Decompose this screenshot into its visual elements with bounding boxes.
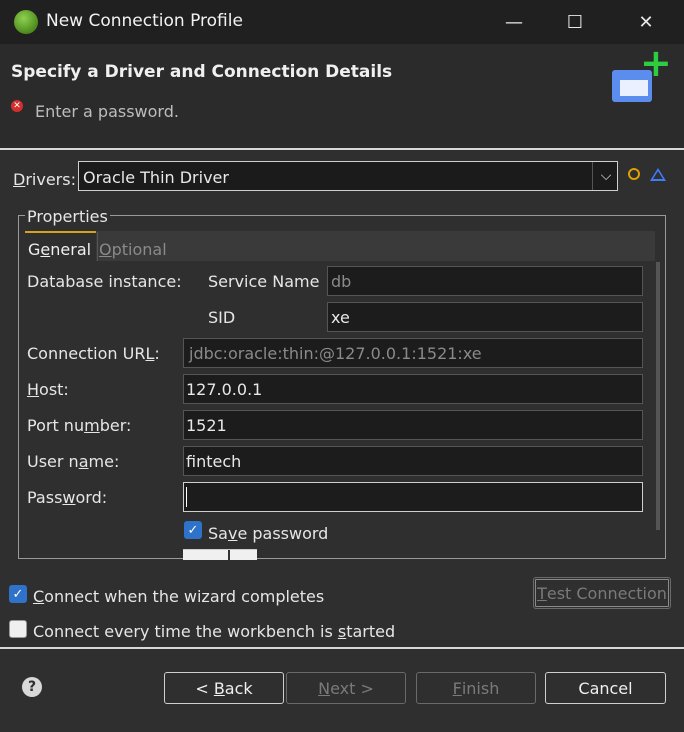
tab-optional[interactable]: Optional xyxy=(99,240,167,259)
plus-icon: + xyxy=(640,41,672,85)
finish-button[interactable]: Finish xyxy=(416,672,536,704)
port-value: 1521 xyxy=(186,416,227,435)
host-label: Host: xyxy=(27,380,69,399)
connection-url-value: jdbc:oracle:thin:@127.0.0.1:1521:xe xyxy=(189,344,482,363)
text-caret xyxy=(186,487,187,507)
back-button[interactable]: < Back xyxy=(164,672,284,704)
window-title: New Connection Profile xyxy=(46,11,243,31)
new-driver-icon[interactable] xyxy=(628,168,640,180)
password-label: Password: xyxy=(27,488,108,507)
connect-when-complete-label[interactable]: Connect when the wizard completes xyxy=(33,587,324,606)
error-icon: ✕ xyxy=(11,100,23,112)
error-message: Enter a password. xyxy=(35,102,179,121)
cancel-button[interactable]: Cancel xyxy=(545,672,666,704)
next-button[interactable]: Next > xyxy=(286,672,406,704)
drivers-label: Drivers: xyxy=(13,170,76,189)
test-connection-button[interactable]: Test Connection xyxy=(533,577,671,609)
connect-when-complete-checkbox[interactable]: ✓ xyxy=(9,585,27,603)
help-icon[interactable]: ? xyxy=(22,677,42,697)
user-name-value: fintech xyxy=(186,452,242,471)
chevron-down-icon[interactable]: ⌵ xyxy=(592,162,619,190)
host-value: 127.0.0.1 xyxy=(186,380,263,399)
service-name-field[interactable] xyxy=(327,266,643,296)
maximize-icon: ☐ xyxy=(566,11,584,33)
port-field[interactable] xyxy=(183,410,643,440)
port-label: Port number: xyxy=(27,416,132,435)
properties-group-title: Properties xyxy=(25,207,110,226)
password-field[interactable] xyxy=(183,482,643,512)
connect-every-time-checkbox[interactable] xyxy=(9,620,27,638)
save-password-checkbox[interactable]: ✓ xyxy=(184,521,202,539)
tab-general-label: General xyxy=(28,240,92,259)
connect-every-time-label[interactable]: Connect every time the workbench is star… xyxy=(33,622,395,641)
footer-separator xyxy=(0,647,684,649)
save-password-label[interactable]: Save password xyxy=(208,524,328,543)
minimize-icon: — xyxy=(505,11,523,33)
sid-field[interactable] xyxy=(327,302,643,332)
minimize-button[interactable]: — xyxy=(480,0,548,44)
properties-scrollbar[interactable] xyxy=(656,262,660,530)
wizard-header xyxy=(0,44,684,148)
database-instance-label: Database instance: xyxy=(27,272,182,291)
user-name-label: User name: xyxy=(27,452,120,471)
service-name-value: db xyxy=(331,272,352,291)
close-button[interactable]: ✕ xyxy=(612,0,680,44)
header-separator xyxy=(0,148,684,150)
close-icon: ✕ xyxy=(638,11,654,33)
connection-url-label: Connection URL: xyxy=(27,344,160,363)
tab-divider xyxy=(97,232,98,261)
eclipse-app-icon xyxy=(14,10,38,34)
service-name-radio[interactable]: Service Name xyxy=(208,272,319,291)
drivers-selected-value: Oracle Thin Driver xyxy=(83,168,229,187)
edit-driver-icon[interactable] xyxy=(650,168,666,181)
sid-value: xe xyxy=(331,308,350,327)
partially-visible-button[interactable] xyxy=(183,549,257,560)
sid-radio[interactable]: SID xyxy=(208,308,235,327)
user-name-field[interactable] xyxy=(183,446,643,476)
maximize-button[interactable]: ☐ xyxy=(541,0,609,44)
page-title: Specify a Driver and Connection Details xyxy=(11,62,393,82)
